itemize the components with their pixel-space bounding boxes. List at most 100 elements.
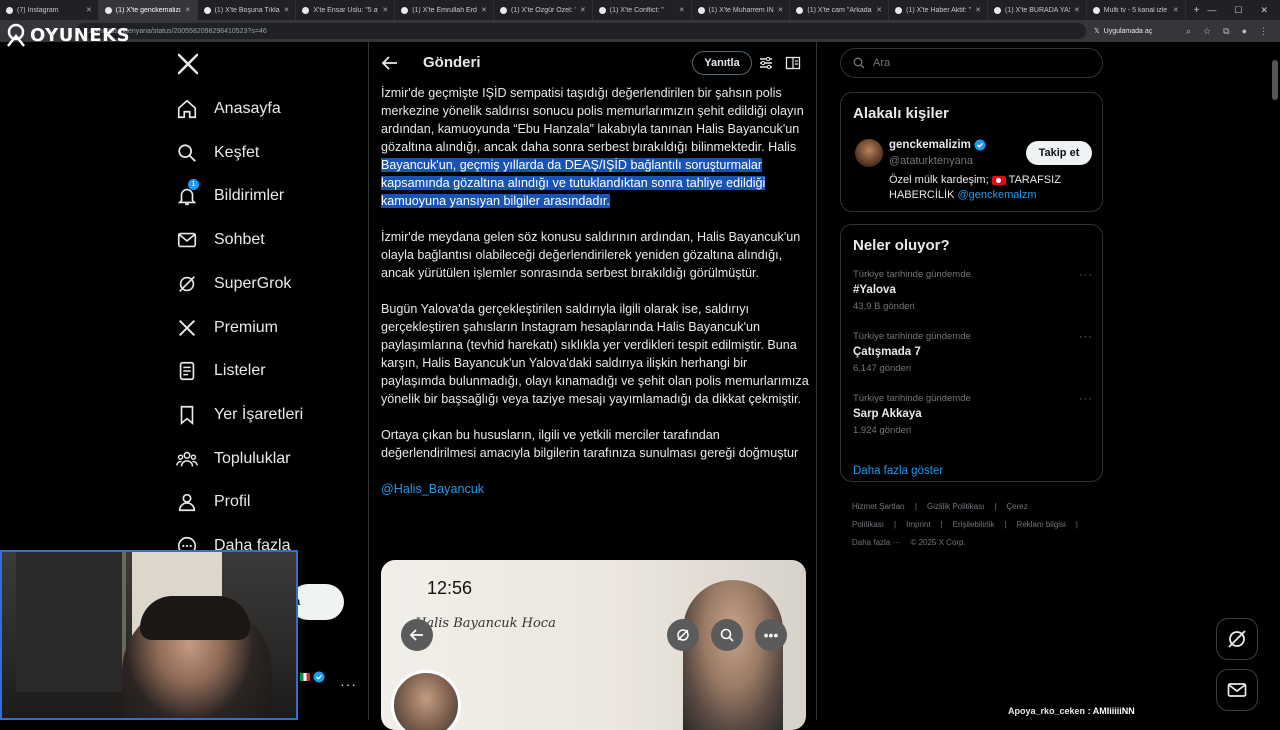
post-button-partial[interactable]: a [290,584,344,620]
x-logo-icon[interactable] [176,52,200,76]
close-window-icon[interactable]: ✕ [1260,5,1268,16]
tab-title: (1) X'te Özgür Özel: " [510,6,576,14]
search-input[interactable]: Ara [840,48,1103,78]
tab-close-icon[interactable]: ✕ [86,6,92,14]
minimize-icon[interactable]: — [1207,5,1216,16]
url-field[interactable]: x.com/ataturktenyana/status/200558209829… [76,23,1086,39]
browser-tab[interactable]: Multi tv - 5 kanal izle ✕ [1087,0,1186,20]
tab-close-icon[interactable]: ✕ [481,6,487,14]
browser-tab[interactable]: (1) X'te Emrullah Erdin ✕ [395,0,494,20]
sidebar-item-mail[interactable]: Sohbet [176,229,265,251]
reader-view-icon[interactable] [785,55,801,71]
media-more-button[interactable]: ••• [755,619,787,651]
footer-link[interactable]: Imprint [906,520,930,529]
tab-title: (1) X'te Boşuna Tıklam [214,6,280,14]
tab-close-icon[interactable]: ✕ [284,6,290,14]
footer-link[interactable]: © 2025 X Corp. [910,538,965,547]
tab-favicon-icon [993,6,1001,14]
account-menu-dots-icon[interactable]: ··· [340,676,357,692]
post-paragraph-2: İzmir'de meydana gelen söz konusu saldır… [381,230,801,280]
sidebar-item-home[interactable]: Anasayfa [176,98,281,120]
sidebar-item-bell[interactable]: 1 Bildirimler [176,179,284,207]
browser-tab[interactable]: (1) X'te Muharrem İNC ✕ [692,0,791,20]
browser-tab[interactable]: (1) X'te genckemalizim ✕ [98,0,198,20]
tab-close-icon[interactable]: ✕ [975,6,981,14]
sidebar-item-x[interactable]: Premium [176,317,278,339]
footer-link[interactable]: Erişilebilirlik [953,520,995,529]
media-avatar [391,670,461,730]
sidebar-item-communities[interactable]: Topluluklar [176,448,290,470]
selected-text: Bayancuk'un, geçmiş yıllarda da DEAŞ/IŞİ… [381,158,766,208]
trend-more-icon[interactable]: ··· [1079,269,1093,281]
grok-icon [677,629,689,641]
browser-tab[interactable]: (1) X'te BURADA YAŞA ✕ [988,0,1087,20]
tab-close-icon[interactable]: ✕ [1173,6,1179,14]
nav-icon-wrap [176,317,198,339]
stream-brand-logo: OYUNEKS [4,22,130,48]
browser-tab[interactable]: (7) Instagram ✕ [0,0,99,20]
tab-favicon-icon [499,6,507,14]
browser-tab[interactable]: (1) X'te Özgür Özel: " ✕ [494,0,593,20]
post-media-image[interactable]: 12:56 Halis Bayancuk Hoca ••• [381,560,806,730]
footer-link[interactable]: Reklam bilgisi [1016,520,1065,529]
tab-favicon-icon [104,6,112,14]
tab-close-icon[interactable]: ✕ [580,6,586,14]
tab-close-icon[interactable]: ✕ [778,6,784,14]
grok-fab-button[interactable] [1216,618,1258,660]
reply-button[interactable]: Yanıtla [692,51,752,75]
address-bar: x.com/ataturktenyana/status/200558209829… [0,20,1280,42]
tab-close-icon[interactable]: ✕ [876,6,882,14]
sidebar-item-bookmark[interactable]: Yer İşaretleri [176,404,303,426]
browser-tab[interactable]: X'te Ensar Uslu: "5 ay ö ✕ [296,0,396,20]
browser-tab[interactable]: (1) X'te Conflict: " ✕ [593,0,692,20]
back-arrow-icon[interactable] [381,54,399,72]
page-scrollbar[interactable] [1272,60,1278,100]
menu-dots-icon[interactable]: ⋮ [1259,26,1268,37]
bookmark-icon [180,405,194,425]
tab-close-icon[interactable]: ✕ [679,6,685,14]
list-icon [179,362,195,381]
tab-close-icon[interactable]: ✕ [382,6,388,14]
tab-close-icon[interactable]: ✕ [185,6,191,14]
sidebar-item-grok[interactable]: SuperGrok [176,273,291,295]
filter-sliders-icon[interactable] [758,55,774,71]
star-icon[interactable]: ☆ [1203,26,1211,37]
maximize-icon[interactable]: ☐ [1234,5,1242,16]
sidebar-item-list[interactable]: Listeler [176,360,266,382]
person-name[interactable]: genckemalizim [889,139,986,151]
zoom-icon[interactable]: ⌕ [1186,26,1191,37]
new-tab-icon[interactable]: + [1186,5,1208,16]
sidebar-item-profile[interactable]: Profil [176,491,250,513]
bio-mention-link[interactable]: @genckemalzm [957,189,1036,201]
avatar[interactable] [855,139,883,167]
trend-more-icon[interactable]: ··· [1079,331,1093,343]
browser-tab[interactable]: (1) X'te Haber Aktif: " ✕ [889,0,988,20]
open-in-app-pill[interactable]: 𝕏 Uygulamada aç [1094,27,1152,36]
sidebar-item-search[interactable]: Keşfet [176,142,259,164]
trend-item[interactable]: Türkiye tarihinde gündemde Çatışmada 7 6.1… [853,331,1093,374]
browser-tab[interactable]: (1) X'te Boşuna Tıklam ✕ [198,0,297,20]
tab-close-icon[interactable]: ✕ [1074,6,1080,14]
window-controls: — ☐ ✕ [1207,5,1280,16]
footer-link[interactable]: Daha fazla ··· [852,538,900,547]
trend-item[interactable]: Türkiye tarihinde gündemde #Yalova 43,9 B … [853,269,1093,312]
media-search-button[interactable] [711,619,743,651]
follow-button[interactable]: Takip et [1026,141,1092,165]
footer-link[interactable]: Gizlilik Politikası [927,502,984,511]
trend-more-icon[interactable]: ··· [1079,393,1093,405]
browser-tab[interactable]: (1) X'te cam "Arkadaşl ✕ [790,0,890,20]
trend-title: #Yalova [853,284,896,296]
nav-icon-wrap [176,404,198,426]
messages-fab-button[interactable] [1216,669,1258,711]
extensions-icon[interactable]: ⧉ [1223,26,1229,37]
media-grok-button[interactable] [667,619,699,651]
search-placeholder: Ara [873,57,891,69]
mention-link[interactable]: @Halis_Bayancuk [381,482,484,496]
show-more-link[interactable]: Daha fazla göster [853,465,943,477]
tab-favicon-icon [796,6,804,14]
footer-link[interactable]: Hizmet Şartları [852,502,905,511]
post-header: Gönderi Yanıtla [369,42,818,84]
trend-item[interactable]: Türkiye tarihinde gündemde Sarp Akkaya 1.9… [853,393,1093,436]
profile-avatar-icon[interactable]: ● [1242,26,1247,37]
media-back-button[interactable] [401,619,433,651]
